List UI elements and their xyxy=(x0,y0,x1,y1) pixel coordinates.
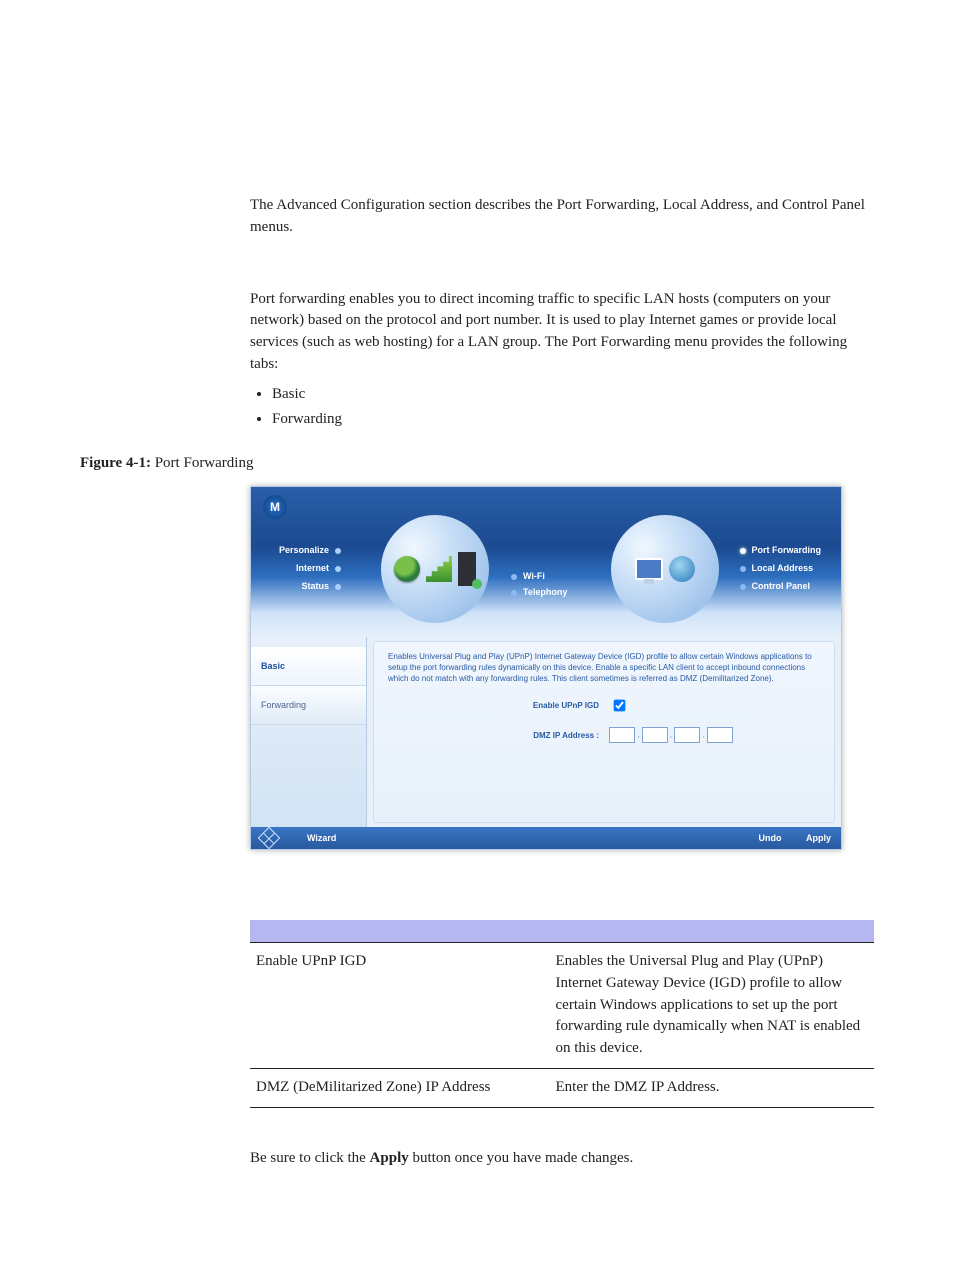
header-bubble-network xyxy=(611,515,719,623)
dot-icon xyxy=(335,548,341,554)
dmz-ip-row: DMZ IP Address : . . . xyxy=(388,727,820,743)
figure-caption: Figure 4-1: Port Forwarding xyxy=(80,455,874,472)
monitor-icon xyxy=(635,558,663,580)
motorola-logo-icon: M xyxy=(263,495,287,519)
list-item: Forwarding xyxy=(272,409,874,431)
dot-icon xyxy=(740,584,746,590)
tab-forwarding[interactable]: Forwarding xyxy=(251,686,366,725)
apply-text-bold: Apply xyxy=(370,1150,409,1166)
dmz-ip-octet-1[interactable] xyxy=(609,727,635,743)
dmz-ip-octet-2[interactable] xyxy=(642,727,668,743)
intro-paragraph: The Advanced Configuration section descr… xyxy=(250,195,874,239)
table-row: Enable UPnP IGD Enables the Universal Pl… xyxy=(250,943,874,1069)
enable-upnp-label: Enable UPnP IGD xyxy=(388,701,599,710)
dot-icon xyxy=(335,566,341,572)
dot-icon xyxy=(740,548,746,554)
nav-status[interactable]: Status xyxy=(279,581,341,591)
globe-icon xyxy=(394,556,420,582)
header-left-nav: Personalize Internet Status xyxy=(279,545,341,599)
pf-tabs-list: Basic Forwarding xyxy=(250,384,874,432)
figure-title: Port Forwarding xyxy=(155,455,254,471)
apply-button[interactable]: Apply xyxy=(806,833,831,843)
table-header-bar xyxy=(250,920,874,943)
enable-upnp-checkbox[interactable] xyxy=(614,700,626,712)
port-forwarding-paragraph: Port forwarding enables you to direct in… xyxy=(250,289,874,376)
nav-port-forwarding[interactable]: Port Forwarding xyxy=(740,545,822,555)
tab-basic[interactable]: Basic xyxy=(251,647,366,686)
figure-label: Figure 4-1: xyxy=(80,455,151,471)
nav-control-panel[interactable]: Control Panel xyxy=(740,581,822,591)
nav-personalize[interactable]: Personalize xyxy=(279,545,341,555)
header-bubble-internet xyxy=(381,515,489,623)
dot-icon xyxy=(740,566,746,572)
dmz-ip-inputs: . . . xyxy=(609,727,820,743)
panel-description: Enables Universal Plug and Play (UPnP) I… xyxy=(388,652,820,684)
basic-panel: Enables Universal Plug and Play (UPnP) I… xyxy=(373,641,835,823)
nav-wifi[interactable]: Wi-Fi xyxy=(511,571,567,581)
option-name: Enable UPnP IGD xyxy=(250,943,550,1069)
dmz-ip-octet-3[interactable] xyxy=(674,727,700,743)
nav-local-address[interactable]: Local Address xyxy=(740,563,822,573)
closing-note: Be sure to click the Apply button once y… xyxy=(250,1148,874,1170)
options-table: Enable UPnP IGD Enables the Universal Pl… xyxy=(250,920,874,1108)
header-right-nav: Port Forwarding Local Address Control Pa… xyxy=(740,545,822,599)
dmz-ip-label: DMZ IP Address : xyxy=(388,731,599,740)
option-description: Enables the Universal Plug and Play (UPn… xyxy=(550,943,874,1069)
header-mid-nav: Wi-Fi Telephony xyxy=(511,571,567,603)
side-tabs: Basic Forwarding xyxy=(251,637,367,827)
world-icon xyxy=(669,556,695,582)
wizard-icon[interactable] xyxy=(258,827,281,850)
nav-internet[interactable]: Internet xyxy=(279,563,341,573)
router-admin-screenshot: M Personalize Internet Status Wi-Fi Tele… xyxy=(250,486,842,850)
undo-button[interactable]: Undo xyxy=(758,833,781,843)
list-item: Basic xyxy=(272,384,874,406)
table-row: DMZ (DeMilitarized Zone) IP Address Ente… xyxy=(250,1068,874,1107)
wizard-link[interactable]: Wizard xyxy=(307,833,336,843)
option-name: DMZ (DeMilitarized Zone) IP Address xyxy=(250,1068,550,1107)
router-footer: Wizard Undo Apply xyxy=(251,827,841,849)
nav-telephony[interactable]: Telephony xyxy=(511,587,567,597)
dot-icon xyxy=(511,590,517,596)
signal-bars-icon xyxy=(426,556,452,582)
enable-upnp-row: Enable UPnP IGD xyxy=(388,696,820,715)
dot-icon xyxy=(511,574,517,580)
option-description: Enter the DMZ IP Address. xyxy=(550,1068,874,1107)
router-header: M Personalize Internet Status Wi-Fi Tele… xyxy=(251,487,841,637)
pc-tower-icon xyxy=(458,552,476,586)
dot-icon xyxy=(335,584,341,590)
dmz-ip-octet-4[interactable] xyxy=(707,727,733,743)
